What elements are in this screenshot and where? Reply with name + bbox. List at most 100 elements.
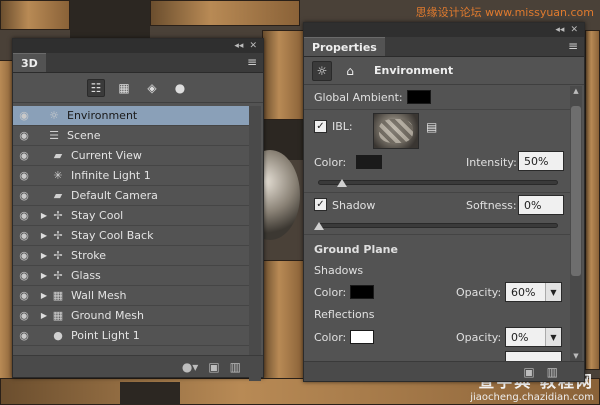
softness-slider[interactable] xyxy=(318,223,558,228)
layer-row[interactable]: ◉ ✳ Infinite Light 1 xyxy=(13,166,249,186)
intensity-slider[interactable] xyxy=(318,180,558,185)
layer-name: Stay Cool Back xyxy=(71,229,154,242)
reflections-opacity-dropdown[interactable]: 0% ▼ xyxy=(505,327,562,347)
panel-menu-icon[interactable]: ≡ xyxy=(247,55,263,72)
expand-triangle-icon[interactable]: ▶ xyxy=(39,271,49,280)
ibl-texture-thumbnail[interactable] xyxy=(373,113,419,149)
tab-3d[interactable]: 3D xyxy=(13,53,46,72)
scrollbar[interactable] xyxy=(249,106,261,381)
panel-3d-titlebar[interactable]: ◂◂ ✕ xyxy=(13,39,263,53)
new-scene-icon[interactable]: ▣ xyxy=(208,360,219,374)
visibility-eye-icon[interactable]: ◉ xyxy=(13,129,35,142)
visibility-eye-icon[interactable]: ◉ xyxy=(13,209,35,222)
infinite-light-icon: ✳ xyxy=(53,169,63,182)
visibility-eye-icon[interactable]: ◉ xyxy=(13,169,35,182)
visibility-eye-icon[interactable]: ◉ xyxy=(13,289,35,302)
mesh-icon: ✢ xyxy=(53,249,63,262)
visibility-eye-icon[interactable]: ◉ xyxy=(13,329,35,342)
shadows-opacity-dropdown[interactable]: 60% ▼ xyxy=(505,282,562,302)
whole-scene-filter-icon[interactable]: ☷ xyxy=(87,78,105,97)
ibl-color-swatch[interactable] xyxy=(356,155,382,169)
scene-icon: ☰ xyxy=(49,129,59,142)
intensity-label: Intensity: xyxy=(466,156,517,169)
layer-name: Wall Mesh xyxy=(71,289,127,302)
layer-row[interactable]: ◉ ☼ Environment xyxy=(13,106,249,126)
shadows-color-label: Color: xyxy=(314,286,347,299)
panel-properties-titlebar[interactable]: ◂◂ ✕ xyxy=(304,23,584,37)
layer-name: Default Camera xyxy=(71,189,158,202)
layer-name: Current View xyxy=(71,149,142,162)
render-icon[interactable]: ▣ xyxy=(523,365,534,379)
meshes-filter-icon[interactable]: ▦ xyxy=(115,79,133,97)
ibl-checkbox[interactable]: ✓ xyxy=(314,120,327,133)
filter-toolbar: ☷ ▦ ◈ ● xyxy=(13,73,263,103)
layer-row[interactable]: ◉ ● Point Light 1 xyxy=(13,326,249,346)
shadows-heading: Shadows xyxy=(314,264,364,277)
visibility-eye-icon[interactable]: ◉ xyxy=(13,149,35,162)
edit-texture-icon[interactable]: ▤ xyxy=(426,120,437,134)
trash-icon[interactable]: ▥ xyxy=(547,365,558,379)
expand-triangle-icon[interactable]: ▶ xyxy=(39,291,49,300)
expand-triangle-icon[interactable]: ▶ xyxy=(39,211,49,220)
panel-3d: ◂◂ ✕ 3D ≡ ☷ ▦ ◈ ● ◉ ☼ Environment ◉ ☰ Scene ◉ ▰… xyxy=(12,38,264,381)
reflections-heading: Reflections xyxy=(314,308,375,321)
layer-row[interactable]: ◉ ▶ ▦ Wall Mesh xyxy=(13,286,249,306)
chevron-down-icon[interactable]: ▼ xyxy=(545,283,561,301)
shadow-checkbox[interactable]: ✓ xyxy=(314,198,327,211)
shadows-opacity-label: Opacity: xyxy=(456,286,502,299)
collapse-icon[interactable]: ◂◂ xyxy=(555,25,564,35)
chevron-down-icon[interactable]: ▼ xyxy=(545,328,561,346)
layer-name: Infinite Light 1 xyxy=(71,169,151,182)
panel-menu-icon[interactable]: ≡ xyxy=(568,39,584,56)
reflections-color-swatch[interactable] xyxy=(350,330,374,344)
trash-icon[interactable]: ▥ xyxy=(230,360,241,374)
scene-layer-list: ◉ ☼ Environment ◉ ☰ Scene ◉ ▰ Current View ◉ ✳ Infi… xyxy=(13,106,249,346)
visibility-eye-icon[interactable]: ◉ xyxy=(13,189,35,202)
environment-icon[interactable]: ☼ xyxy=(312,60,332,81)
lights-filter-icon[interactable]: ● xyxy=(171,79,189,97)
wall-mesh-icon: ▦ xyxy=(52,289,64,302)
light-bulb-icon[interactable]: ●▾ xyxy=(182,360,199,374)
intensity-slider-thumb[interactable] xyxy=(337,179,347,187)
scene-properties-icon[interactable]: ⌂ xyxy=(340,61,360,81)
layer-row[interactable]: ◉ ▶ ✢ Glass xyxy=(13,266,249,286)
watermark-top: 思缘设计论坛 www.missyuan.com xyxy=(415,6,594,19)
collapse-icon[interactable]: ◂◂ xyxy=(234,41,243,51)
layer-row[interactable]: ◉ ▶ ✢ Stroke xyxy=(13,246,249,266)
visibility-eye-icon[interactable]: ◉ xyxy=(13,269,35,282)
layer-row[interactable]: ◉ ▶ ✢ Stay Cool xyxy=(13,206,249,226)
close-icon[interactable]: ✕ xyxy=(249,41,257,51)
materials-filter-icon[interactable]: ◈ xyxy=(143,79,161,97)
visibility-eye-icon[interactable]: ◉ xyxy=(13,229,35,242)
ground-mesh-icon: ▦ xyxy=(52,309,64,322)
tab-properties[interactable]: Properties xyxy=(304,37,385,56)
visibility-eye-icon[interactable]: ◉ xyxy=(13,109,35,122)
shadows-color-swatch[interactable] xyxy=(350,285,374,299)
softness-field[interactable]: 0% xyxy=(518,195,564,215)
expand-triangle-icon[interactable]: ▶ xyxy=(39,231,49,240)
properties-title: Environment xyxy=(374,64,454,77)
global-ambient-swatch[interactable] xyxy=(407,90,431,104)
softness-slider-thumb[interactable] xyxy=(314,222,324,230)
layer-row[interactable]: ◉ ▰ Default Camera xyxy=(13,186,249,206)
layer-row[interactable]: ◉ ☰ Scene xyxy=(13,126,249,146)
mesh-icon: ✢ xyxy=(53,269,63,282)
scrollbar[interactable]: ▲ ▼ xyxy=(570,86,582,361)
close-icon[interactable]: ✕ xyxy=(570,25,578,35)
roughness-dropdown-partial[interactable] xyxy=(505,351,562,361)
reflections-color-label: Color: xyxy=(314,331,347,344)
layer-row[interactable]: ◉ ▶ ✢ Stay Cool Back xyxy=(13,226,249,246)
expand-triangle-icon[interactable]: ▶ xyxy=(39,311,49,320)
reflections-opacity-label: Opacity: xyxy=(456,331,502,344)
layer-row[interactable]: ◉ ▰ Current View xyxy=(13,146,249,166)
layer-row[interactable]: ◉ ▶ ▦ Ground Mesh xyxy=(13,306,249,326)
point-light-icon: ● xyxy=(53,329,63,342)
intensity-field[interactable]: 50% xyxy=(518,151,564,171)
visibility-eye-icon[interactable]: ◉ xyxy=(13,249,35,262)
expand-triangle-icon[interactable]: ▶ xyxy=(39,251,49,260)
panel-properties: ◂◂ ✕ Properties ≡ ☼ ⌂ Environment Global… xyxy=(303,22,585,382)
visibility-eye-icon[interactable]: ◉ xyxy=(13,309,35,322)
layer-name: Ground Mesh xyxy=(71,309,144,322)
properties-header: ☼ ⌂ Environment xyxy=(304,57,584,85)
ibl-color-label: Color: xyxy=(314,156,347,169)
